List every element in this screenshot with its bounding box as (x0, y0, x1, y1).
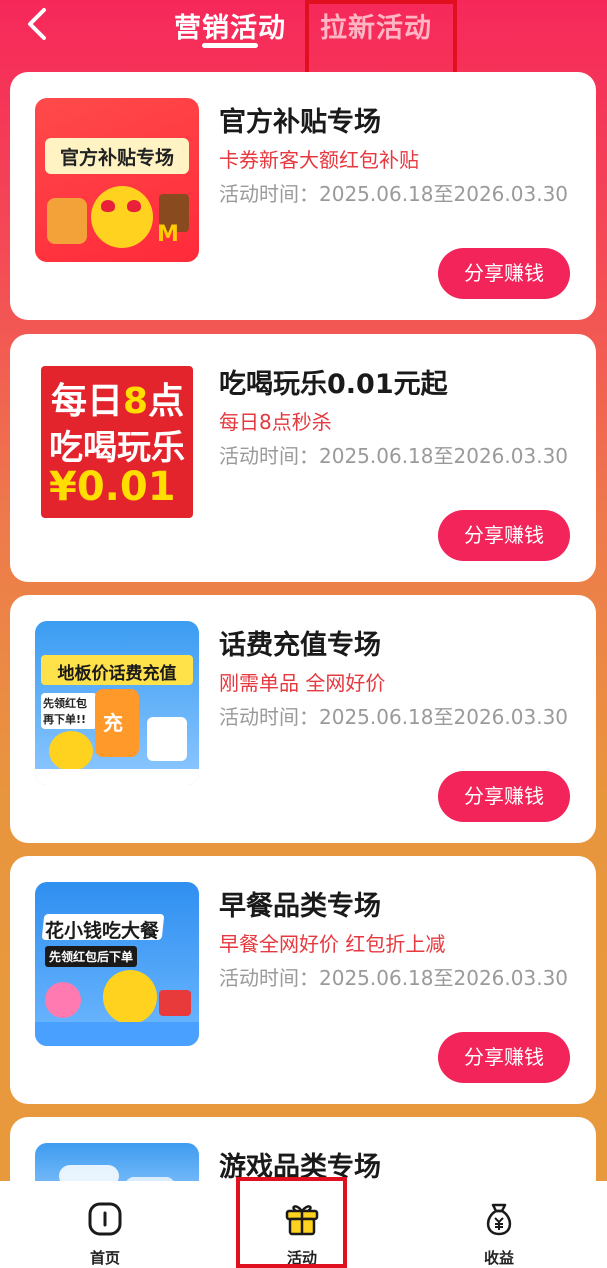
highlight-box-activity-nav (236, 1177, 347, 1268)
thumbnail-caption: 地板价话费充值 (57, 664, 177, 684)
daily-8-thumbnail[interactable]: 每日8点 吃喝玩乐 ¥0.01 (35, 360, 199, 524)
card-activity-time: 活动时间：2025.06.18至2026.03.30 (219, 182, 569, 206)
back-arrow-icon[interactable] (22, 6, 52, 42)
nav-item-earnings[interactable]: 收益 (439, 1181, 559, 1268)
card-title: 官方补贴专场 (219, 107, 381, 138)
card-title: 早餐品类专场 (219, 891, 381, 922)
thumbnail-text: 充 (103, 711, 123, 735)
thumbnail-text: 每日 (51, 381, 124, 422)
nav-label-earnings: 收益 (483, 1249, 514, 1267)
nav-label-home: 首页 (89, 1249, 120, 1267)
thumbnail-tag: 先领红包再下单!! (41, 693, 97, 729)
card-subtitle: 卡券新客大额红包补贴 (219, 148, 419, 172)
share-earn-button[interactable]: 分享赚钱 (438, 248, 570, 299)
money-bag-icon (486, 1203, 512, 1236)
nav-item-home[interactable]: 首页 (45, 1181, 165, 1268)
share-earn-button[interactable]: 分享赚钱 (438, 771, 570, 822)
breakfast-thumbnail[interactable]: 花小钱吃大餐 先领红包后下单 (35, 882, 199, 1046)
activity-card: 官方补贴专场 M 官方补贴专场 卡券新客大额红包补贴 活动时间：2025.06.… (10, 72, 596, 320)
thumbnail-text: 点 (148, 381, 185, 422)
official-subsidy-thumbnail[interactable]: 官方补贴专场 M (35, 98, 199, 262)
home-icon (88, 1202, 122, 1236)
thumbnail-tag: 先领红包后下单 (45, 946, 138, 967)
card-activity-time: 活动时间：2025.06.18至2026.03.30 (219, 444, 569, 468)
activity-card: 地板价话费充值 先领红包再下单!! 充 话费充值专场 刚需单品 全网好价 活动时… (10, 595, 596, 843)
card-activity-time: 活动时间：2025.06.18至2026.03.30 (219, 705, 569, 729)
card-title: 吃喝玩乐0.01元起 (219, 369, 448, 400)
activity-card: 花小钱吃大餐 先领红包后下单 早餐品类专场 早餐全网好价 红包折上减 活动时间：… (10, 856, 596, 1104)
card-title: 话费充值专场 (219, 630, 381, 661)
thumbnail-text: 吃喝玩乐 (49, 428, 185, 468)
card-activity-time: 活动时间：2025.06.18至2026.03.30 (219, 966, 569, 990)
top-bar: 营销活动 拉新活动 (0, 0, 607, 60)
card-subtitle: 早餐全网好价 红包折上减 (219, 932, 446, 956)
tab-marketing-activities[interactable]: 营销活动 (174, 6, 286, 45)
activity-card: 每日8点 吃喝玩乐 ¥0.01 吃喝玩乐0.01元起 每日8点秒杀 活动时间：2… (10, 334, 596, 582)
active-tab-indicator (202, 43, 258, 48)
card-subtitle: 每日8点秒杀 (219, 410, 332, 434)
thumbnail-caption: 花小钱吃大餐 (45, 920, 160, 942)
card-subtitle: 刚需单品 全网好价 (219, 671, 386, 695)
thumbnail-caption: 官方补贴专场 (59, 147, 174, 169)
phone-recharge-thumbnail[interactable]: 地板价话费充值 先领红包再下单!! 充 (35, 621, 199, 785)
share-earn-button[interactable]: 分享赚钱 (438, 510, 570, 561)
share-earn-button[interactable]: 分享赚钱 (438, 1032, 570, 1083)
thumbnail-price: ¥0.01 (49, 464, 176, 510)
thumbnail-number: 8 (123, 381, 149, 422)
